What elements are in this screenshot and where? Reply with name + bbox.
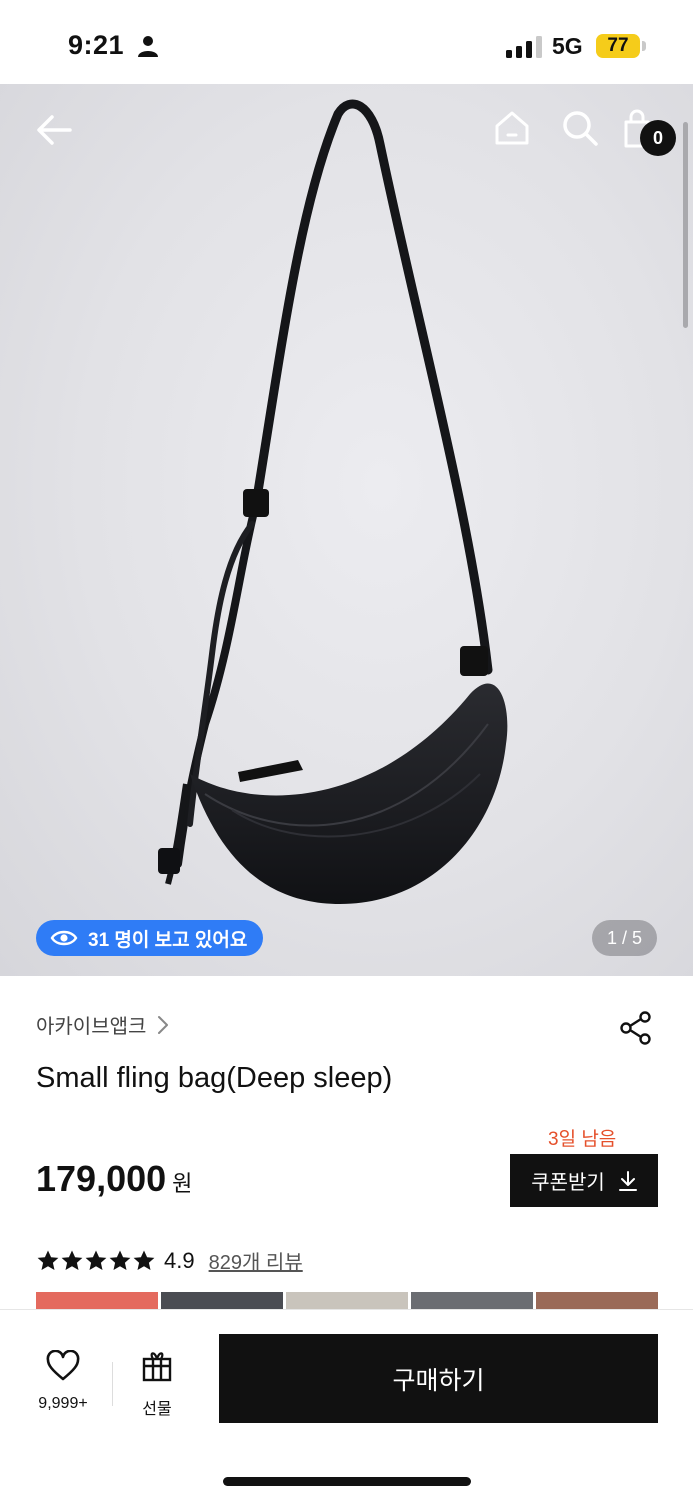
price-unit: 원 bbox=[172, 1171, 193, 1196]
download-icon bbox=[618, 1170, 637, 1191]
like-count: 9,999+ bbox=[38, 1395, 88, 1412]
gift-icon bbox=[142, 1352, 172, 1382]
brand-link[interactable]: 아카이브앱크 bbox=[36, 1010, 170, 1039]
network-label: 5G bbox=[552, 33, 583, 59]
gallery-scroll-indicator bbox=[683, 122, 688, 328]
review-thumbnail[interactable] bbox=[411, 1292, 533, 1310]
coupon-label: 쿠폰받기 bbox=[531, 1172, 605, 1194]
rating-value: 4.9 bbox=[164, 1247, 195, 1273]
star-rating bbox=[36, 1249, 156, 1273]
battery-tip bbox=[642, 41, 646, 51]
review-thumbnail[interactable] bbox=[536, 1292, 658, 1310]
star-icon bbox=[109, 1250, 131, 1270]
review-thumbnail[interactable] bbox=[286, 1292, 408, 1310]
gift-label: 선물 bbox=[142, 1401, 172, 1418]
review-photo-strip[interactable] bbox=[36, 1292, 658, 1310]
buy-label: 구매하기 bbox=[392, 1366, 485, 1395]
review-count-link[interactable]: 829개 리뷰 bbox=[209, 1246, 303, 1275]
rating-row: 4.9 829개 리뷰 bbox=[36, 1246, 303, 1275]
star-icon bbox=[133, 1250, 155, 1270]
home-icon[interactable] bbox=[492, 108, 532, 148]
bottom-divider bbox=[112, 1362, 113, 1406]
home-indicator bbox=[223, 1477, 471, 1486]
review-thumbnail[interactable] bbox=[161, 1292, 283, 1310]
cart-count-badge: 0 bbox=[640, 120, 676, 156]
product-image-gallery[interactable]: 0 31 명이 보고 있어요 1 / 5 bbox=[0, 84, 693, 976]
chevron-right-icon bbox=[158, 1015, 169, 1034]
viewers-text: 31 명이 보고 있어요 bbox=[88, 929, 248, 951]
person-icon bbox=[138, 36, 158, 57]
signal-icon bbox=[506, 36, 542, 58]
share-icon[interactable] bbox=[618, 1010, 654, 1046]
buy-button[interactable]: 구매하기 bbox=[219, 1334, 658, 1423]
gallery-pager: 1 / 5 bbox=[592, 920, 657, 956]
heart-icon bbox=[46, 1349, 80, 1381]
star-icon bbox=[85, 1250, 107, 1270]
coupon-button[interactable]: 쿠폰받기 bbox=[510, 1154, 658, 1207]
like-button[interactable]: 9,999+ bbox=[30, 1349, 96, 1420]
product-photo bbox=[158, 99, 508, 904]
battery-indicator: 77 bbox=[596, 34, 640, 58]
back-arrow-icon[interactable] bbox=[34, 110, 74, 150]
search-icon[interactable] bbox=[560, 108, 600, 148]
product-price: 179,000 원 bbox=[36, 1158, 192, 1200]
star-icon bbox=[61, 1250, 83, 1270]
product-title: Small fling bag(Deep sleep) bbox=[36, 1062, 393, 1094]
status-bar: 9:21 5G 77 bbox=[0, 0, 693, 84]
coupon-days-left: 3일 남음 bbox=[548, 1129, 617, 1150]
review-thumbnail[interactable] bbox=[36, 1292, 158, 1310]
bottom-action-bar: 9,999+ 선물 구매하기 bbox=[0, 1309, 693, 1500]
gift-button[interactable]: 선물 bbox=[132, 1350, 182, 1420]
eye-icon bbox=[50, 930, 78, 946]
price-value: 179,000 bbox=[36, 1158, 167, 1199]
status-time: 9:21 bbox=[68, 30, 125, 60]
star-icon bbox=[37, 1250, 59, 1270]
brand-name: 아카이브앱크 bbox=[36, 1016, 147, 1038]
viewers-badge: 31 명이 보고 있어요 bbox=[36, 920, 264, 956]
